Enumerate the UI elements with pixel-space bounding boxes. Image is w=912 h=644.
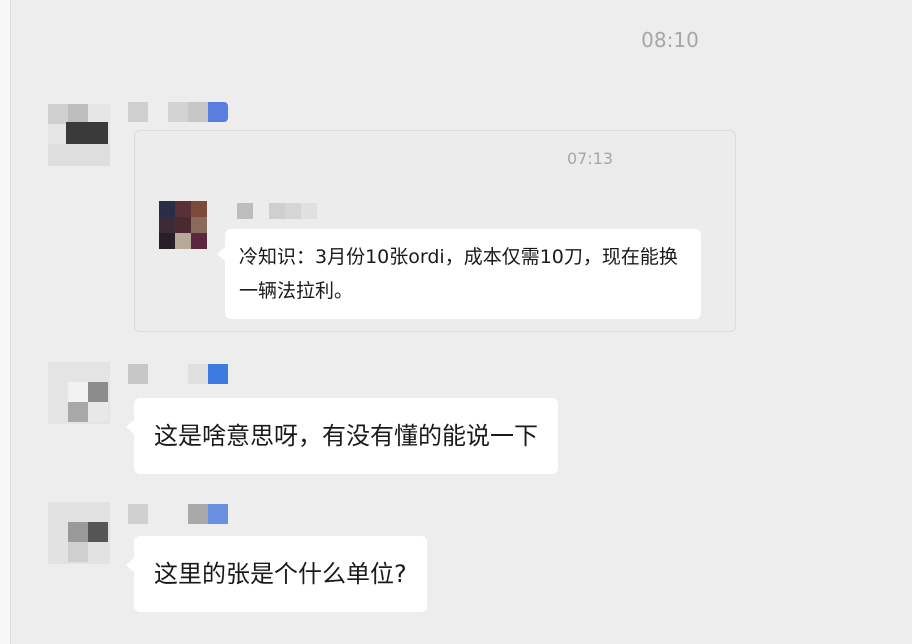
avatar[interactable] — [48, 362, 110, 424]
message-bubble: 这里的张是个什么单位? — [126, 536, 427, 612]
message-text: 这里的张是个什么单位? — [154, 560, 407, 588]
avatar[interactable] — [48, 104, 110, 166]
message-bubble: 这是啥意思呀，有没有懂的能说一下 — [126, 398, 558, 474]
time-divider: 08:10 — [641, 28, 699, 52]
avatar[interactable] — [48, 502, 110, 564]
quoted-message-card[interactable]: 07:13 冷知识：3月份10张ordi，成本仅需10刀，现在能换一辆法拉利。 — [134, 130, 736, 332]
window-left-edge — [0, 0, 11, 644]
quoted-message-time: 07:13 — [566, 149, 614, 168]
quoted-sender-avatar — [159, 201, 207, 249]
quoted-message-text: 冷知识：3月份10张ordi，成本仅需10刀，现在能换一辆法拉利。 — [239, 246, 678, 302]
message-text: 这是啥意思呀，有没有懂的能说一下 — [154, 422, 538, 450]
quoted-message-bubble: 冷知识：3月份10张ordi，成本仅需10刀，现在能换一辆法拉利。 — [217, 229, 701, 319]
